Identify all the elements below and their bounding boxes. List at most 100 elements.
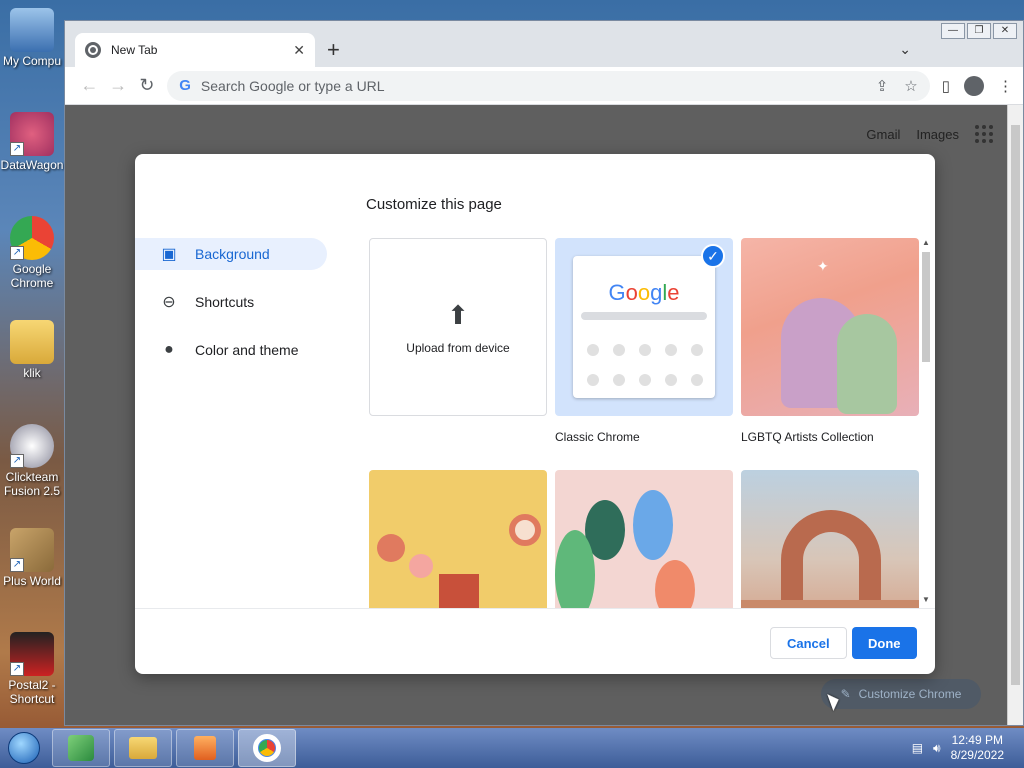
- google-logo: Google: [608, 280, 680, 305]
- taskbar-item-explorer[interactable]: [114, 729, 172, 767]
- pencil-icon: ✎: [840, 687, 851, 701]
- background-grid: ⬆ Upload from device Google ✓ Classic Ch…: [367, 238, 927, 608]
- desktop-icon-clickteam[interactable]: ↗ Clickteam Fusion 2.5: [0, 424, 64, 498]
- desktop-icon-postal2[interactable]: ↗ Postal2 - Shortcut: [0, 632, 64, 706]
- customize-dialog: Customize this page ▣ Background ⊖ Short…: [135, 154, 935, 674]
- customize-chrome-label: Customize Chrome: [858, 687, 962, 701]
- bookmark-star-icon[interactable]: ☆: [904, 77, 917, 95]
- tab-title: New Tab: [111, 43, 158, 57]
- volume-icon[interactable]: 🔊︎: [933, 741, 941, 756]
- nav-color-and-theme[interactable]: ● Color and theme: [135, 334, 327, 366]
- toolbar-right: ▯ ⋮: [942, 75, 1013, 96]
- chrome-icon: ↗: [10, 216, 54, 260]
- close-tab-icon[interactable]: ✕: [293, 42, 305, 59]
- customize-chrome-button[interactable]: ✎ Customize Chrome: [821, 679, 981, 709]
- forward-button[interactable]: →: [104, 75, 133, 96]
- new-tab-button[interactable]: +: [327, 39, 340, 61]
- top-links: Gmail Images: [866, 125, 993, 143]
- lgbtq-collection-tile[interactable]: ✦: [741, 238, 919, 416]
- upload-icon: ⬆: [447, 299, 469, 330]
- desktop-icon-google-chrome[interactable]: ↗ Google Chrome: [0, 216, 64, 290]
- scroll-down-arrow-icon[interactable]: ▼: [921, 595, 931, 604]
- classic-chrome-preview: Google: [573, 256, 715, 398]
- tab-new-tab[interactable]: New Tab ✕: [75, 33, 315, 67]
- desktop-icon-label: My Compu: [2, 54, 61, 68]
- back-button[interactable]: ←: [75, 75, 104, 96]
- desktop-icon-my-computer[interactable]: My Compu: [0, 8, 64, 68]
- clickteam-icon: ↗: [10, 424, 54, 468]
- images-link[interactable]: Images: [916, 127, 959, 142]
- flower-shape: [409, 554, 433, 578]
- media-player-icon: [194, 736, 216, 760]
- folder-icon: [129, 737, 157, 759]
- reload-button[interactable]: ↻: [133, 75, 162, 96]
- desktop-icon-klik[interactable]: klik: [0, 320, 64, 380]
- desktop-icon-label: Clickteam Fusion 2.5: [3, 470, 61, 498]
- shortcut-dots-row: [587, 374, 703, 386]
- selected-check-icon: ✓: [701, 244, 725, 268]
- tab-strip: New Tab ✕ + ⌄: [65, 21, 1023, 67]
- search-bar-preview: [581, 312, 707, 320]
- apps-grid-icon[interactable]: [975, 125, 993, 143]
- people-icon: [68, 735, 94, 761]
- dialog-footer: Cancel Done: [135, 608, 935, 674]
- google-g-icon: G: [179, 77, 191, 94]
- toolbar: ← → ↻ G Search Google or type a URL ⇪ ☆ …: [65, 67, 1023, 105]
- nav-background[interactable]: ▣ Background: [135, 238, 327, 270]
- windows-orb-icon: [8, 732, 40, 764]
- shortcut-arrow-icon: ↗: [10, 454, 24, 468]
- palette-icon: ●: [164, 341, 174, 358]
- gmail-link[interactable]: Gmail: [866, 127, 900, 142]
- start-button[interactable]: [0, 728, 48, 768]
- side-panel-icon[interactable]: ▯: [942, 77, 950, 95]
- dialog-nav: ▣ Background ⊖ Shortcuts ● Color and the…: [135, 238, 327, 382]
- image-icon: ▣: [161, 246, 177, 263]
- classic-chrome-tile[interactable]: Google ✓: [555, 238, 733, 416]
- clock[interactable]: 12:49 PM 8/29/2022: [951, 733, 1004, 763]
- desktop-icon-label: klik: [23, 366, 41, 380]
- nav-label: Color and theme: [195, 342, 299, 358]
- network-icon[interactable]: ▤: [912, 741, 923, 755]
- taskbar-item-chrome[interactable]: [238, 729, 296, 767]
- chrome-favicon-icon: [85, 42, 101, 58]
- grid-scrollbar[interactable]: ▲ ▼: [921, 238, 931, 604]
- desktop-icon-label: Plus World: [3, 574, 61, 588]
- nav-label: Background: [195, 246, 270, 262]
- page-scrollbar[interactable]: [1007, 105, 1023, 725]
- profile-avatar-icon[interactable]: [964, 75, 984, 96]
- shortcut-dots-row: [587, 344, 703, 356]
- yellow-flowers-tile[interactable]: [369, 470, 547, 608]
- datawagon-icon: ↗: [10, 112, 54, 156]
- scrollbar-thumb[interactable]: [1011, 125, 1020, 685]
- figure-shape: [837, 314, 897, 414]
- desktop-icon-datawagon[interactable]: ↗ DataWagon: [0, 112, 64, 172]
- arch-tile[interactable]: [741, 470, 919, 608]
- flower-shape: [509, 514, 541, 546]
- shortcut-arrow-icon: ↗: [10, 246, 24, 260]
- classic-chrome-label: Classic Chrome: [555, 430, 640, 444]
- nav-shortcuts[interactable]: ⊖ Shortcuts: [135, 286, 327, 318]
- share-icon[interactable]: ⇪: [876, 77, 889, 95]
- grid-scrollbar-thumb[interactable]: [922, 252, 930, 362]
- taskbar: ▤ 🔊︎ 12:49 PM 8/29/2022: [0, 728, 1024, 768]
- clock-date: 8/29/2022: [950, 748, 1004, 762]
- folder-icon: [10, 320, 54, 364]
- taskbar-item-people[interactable]: [52, 729, 110, 767]
- scroll-up-arrow-icon[interactable]: ▲: [921, 238, 931, 247]
- done-button[interactable]: Done: [852, 627, 917, 659]
- omnibox-placeholder[interactable]: Search Google or type a URL: [201, 78, 860, 94]
- system-tray: ▤ 🔊︎ 12:49 PM 8/29/2022: [912, 728, 1024, 768]
- petal-shape: [655, 560, 695, 608]
- menu-kebab-icon[interactable]: ⋮: [998, 77, 1013, 95]
- computer-icon: [10, 8, 54, 52]
- taskbar-item-media[interactable]: [176, 729, 234, 767]
- omnibox[interactable]: G Search Google or type a URL ⇪ ☆: [167, 70, 930, 101]
- shortcut-arrow-icon: ↗: [10, 142, 24, 156]
- desktop-icon-plus-world[interactable]: ↗ Plus World: [0, 528, 64, 588]
- cancel-button[interactable]: Cancel: [770, 627, 847, 659]
- upload-label: Upload from device: [406, 340, 510, 355]
- floral-tile[interactable]: [555, 470, 733, 608]
- upload-tile[interactable]: ⬆ Upload from device: [369, 238, 547, 416]
- tab-search-chevron-icon[interactable]: ⌄: [899, 41, 911, 58]
- postal2-icon: ↗: [10, 632, 54, 676]
